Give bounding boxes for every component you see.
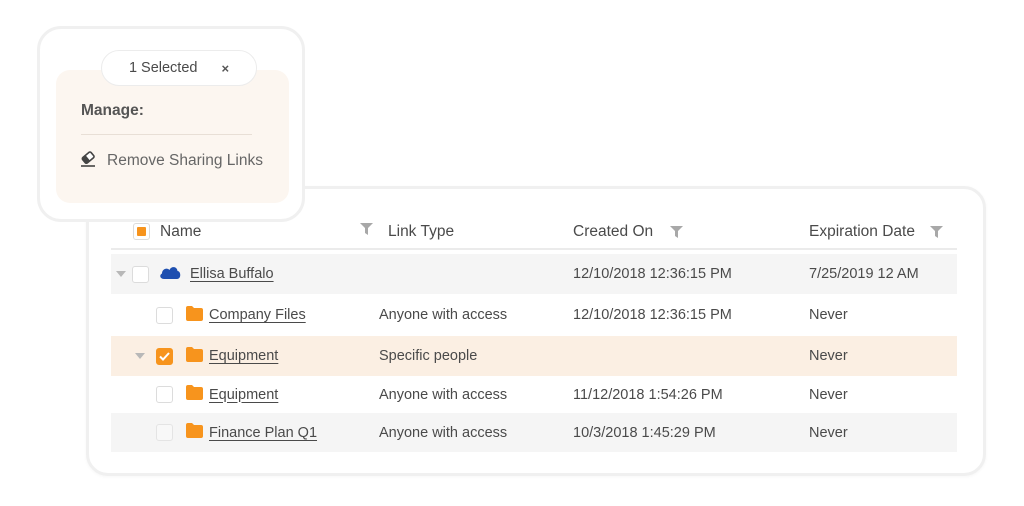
- filter-icon[interactable]: [929, 226, 943, 238]
- table-row[interactable]: Equipment Anyone with access 11/12/2018 …: [111, 376, 957, 413]
- row-created-on: 10/3/2018 1:45:29 PM: [573, 424, 716, 441]
- column-label-created-on: Created On: [573, 223, 654, 240]
- table-row[interactable]: Company Files Anyone with access 12/10/2…: [111, 294, 957, 336]
- column-header-link-type[interactable]: Link Type: [388, 223, 454, 241]
- row-name-link[interactable]: Equipment: [209, 348, 278, 364]
- row-created-on: 11/12/2018 1:54:26 PM: [573, 386, 723, 403]
- folder-icon: [186, 423, 203, 442]
- select-all-checkbox[interactable]: [133, 223, 150, 240]
- row-expiration-date: Never: [809, 348, 848, 364]
- row-checkbox[interactable]: [156, 386, 173, 403]
- onedrive-cloud-icon: [159, 265, 181, 284]
- column-header-created-on[interactable]: Created On: [573, 223, 684, 241]
- table-row[interactable]: Finance Plan Q1 Anyone with access 10/3/…: [111, 413, 957, 452]
- filter-icon: [360, 223, 373, 235]
- sharing-links-grid: Name Link Type Created On Expiration Dat…: [111, 214, 957, 452]
- manage-menu: [56, 70, 289, 203]
- table-row-selected[interactable]: Equipment Specific people Never: [111, 336, 957, 376]
- table-row[interactable]: Ellisa Buffalo 12/10/2018 12:36:15 PM 7/…: [111, 254, 957, 294]
- collapse-caret-icon[interactable]: [116, 271, 126, 277]
- manage-label: Manage:: [81, 102, 144, 119]
- row-link-type: Specific people: [379, 348, 478, 364]
- row-link-type: Anyone with access: [379, 386, 508, 403]
- filter-name-button[interactable]: [360, 223, 373, 235]
- remove-sharing-links-label: Remove Sharing Links: [107, 152, 263, 169]
- row-checkbox-checked[interactable]: [156, 347, 173, 365]
- checkmark-icon: [159, 351, 170, 361]
- column-header-expiration-date[interactable]: Expiration Date: [809, 223, 943, 241]
- row-name-link[interactable]: Equipment: [209, 387, 278, 403]
- row-link-type: Anyone with access: [379, 307, 508, 323]
- column-label-link-type: Link Type: [388, 223, 455, 240]
- row-expiration-date: Never: [809, 424, 848, 441]
- filter-icon[interactable]: [670, 226, 684, 238]
- row-created-on: 12/10/2018 12:36:15 PM: [573, 266, 732, 282]
- row-created-on: 12/10/2018 12:36:15 PM: [573, 307, 732, 323]
- column-header-name[interactable]: Name: [160, 223, 201, 241]
- row-expiration-date: 7/25/2019 12 AM: [809, 266, 919, 282]
- folder-icon: [186, 305, 203, 325]
- row-expiration-date: Never: [809, 307, 848, 323]
- selection-count-label: 1 Selected: [128, 60, 198, 76]
- manage-divider: [81, 134, 252, 135]
- row-checkbox[interactable]: [156, 424, 173, 441]
- collapse-caret-icon[interactable]: [135, 353, 145, 359]
- eraser-icon: [80, 150, 97, 172]
- remove-sharing-links-button[interactable]: Remove Sharing Links: [80, 150, 263, 172]
- row-name-link[interactable]: Company Files: [209, 307, 306, 323]
- folder-icon: [186, 346, 203, 366]
- column-label-expiration-date: Expiration Date: [809, 223, 915, 240]
- row-expiration-date: Never: [809, 386, 848, 403]
- selection-count-pill: 1 Selected ×: [101, 50, 257, 86]
- clear-selection-close-icon[interactable]: ×: [221, 61, 229, 76]
- row-name-link[interactable]: Ellisa Buffalo: [190, 266, 274, 282]
- select-all-cell: [133, 223, 150, 240]
- row-checkbox[interactable]: [156, 306, 173, 324]
- column-label-name: Name: [160, 223, 202, 240]
- row-checkbox[interactable]: [132, 265, 149, 283]
- row-name-link[interactable]: Finance Plan Q1: [209, 425, 317, 441]
- row-link-type: Anyone with access: [379, 424, 508, 441]
- folder-icon: [186, 385, 203, 404]
